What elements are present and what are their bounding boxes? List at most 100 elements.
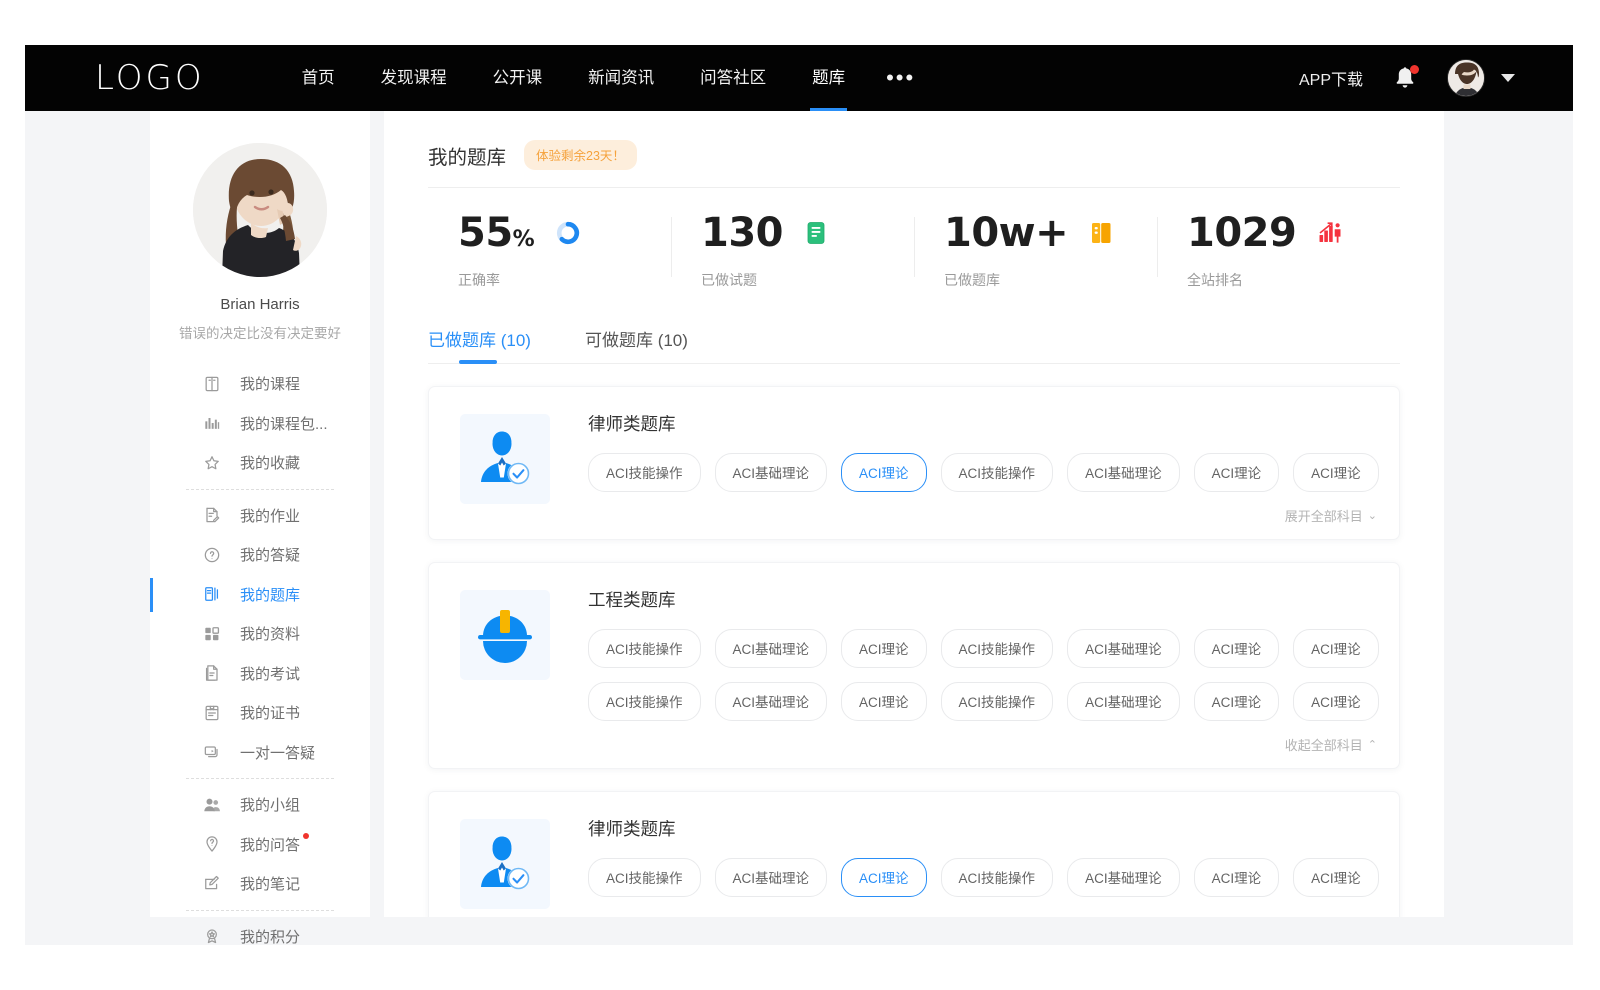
subject-tag[interactable]: ACI基础理论	[715, 682, 828, 721]
expand-subjects-link[interactable]: 收起全部科目⌃	[588, 735, 1377, 754]
nav-item-4[interactable]: 问答社区	[677, 45, 789, 111]
profile-motto: 错误的决定比没有决定要好	[150, 322, 370, 342]
stat-number: 130	[701, 210, 783, 256]
certificate-icon	[202, 703, 222, 723]
app-download-link[interactable]: APP下载	[1299, 66, 1363, 90]
stat-value-row: 10w+	[944, 213, 1157, 253]
tag-rows: ACI技能操作 ACI基础理论 ACI理论 ACI技能操作 ACI基础理论 ACI理论 AC…	[588, 453, 1377, 492]
subject-tag[interactable]: ACI理论	[1293, 629, 1379, 668]
nav-item-1[interactable]: 发现课程	[358, 45, 470, 111]
sidebar-item-4[interactable]: 我的作业	[150, 496, 370, 536]
subject-tag[interactable]: ACI理论	[841, 453, 927, 492]
stat-unit: %	[513, 227, 535, 252]
nav-item-0[interactable]: 首页	[279, 45, 358, 111]
sidebar-item-2[interactable]: 我的收藏	[150, 443, 370, 483]
stat-number: 55	[458, 210, 513, 256]
tab-0[interactable]: 已做题库 (10)	[428, 326, 531, 364]
nav-item-2[interactable]: 公开课	[470, 45, 566, 111]
subject-tag[interactable]: ACI技能操作	[941, 858, 1054, 897]
stat-label: 正确率	[458, 270, 671, 290]
tag-row: ACI技能操作 ACI基础理论 ACI理论 ACI技能操作 ACI基础理论 ACI理论 AC…	[588, 858, 1377, 897]
subject-tag[interactable]: ACI理论	[1293, 453, 1379, 492]
sidebar-item-0[interactable]: 我的课程	[150, 364, 370, 404]
profile-avatar	[193, 143, 327, 277]
card-body: 律师类题库ACI技能操作ACI基础理论ACI理论ACI技能操作ACI基础理论AC…	[588, 814, 1377, 911]
subject-tag[interactable]: ACI基础理论	[1067, 858, 1180, 897]
sidebar-item-5[interactable]: 我的答疑	[150, 535, 370, 575]
nav-item-5[interactable]: 题库	[789, 45, 868, 111]
subject-tag[interactable]: ACI基础理论	[1067, 682, 1180, 721]
nav-item-3[interactable]: 新闻资讯	[565, 45, 677, 111]
tab-1[interactable]: 可做题库 (10)	[585, 326, 688, 364]
more-nav-icon[interactable]: •••	[868, 58, 933, 98]
subject-tag[interactable]: ACI理论	[841, 858, 927, 897]
note-edit-icon	[202, 874, 222, 894]
question-circle-icon	[202, 545, 222, 565]
subject-tag[interactable]: ACI基础理论	[1067, 453, 1180, 492]
stat-number: 10w+	[944, 210, 1068, 256]
sidebar-item-label: 我的题库	[240, 584, 300, 605]
subject-tag[interactable]: ACI基础理论	[715, 453, 828, 492]
expand-subjects-link[interactable]: 展开全部科目⌄	[588, 506, 1377, 525]
stat-value: 130	[701, 213, 783, 253]
sidebar-divider	[186, 489, 334, 490]
avatar[interactable]	[1447, 59, 1485, 97]
sidebar-item-label: 我的考试	[240, 663, 300, 684]
sidebar-item-8[interactable]: 我的考试	[150, 654, 370, 694]
sidebar-item-label: 我的笔记	[240, 873, 300, 894]
question-bank-card[interactable]: 律师类题库ACI技能操作ACI基础理论ACI理论ACI技能操作ACI基础理论AC…	[428, 791, 1400, 917]
qa-pin-icon	[202, 834, 222, 854]
question-bank-icon	[202, 584, 222, 604]
group-icon	[202, 795, 222, 815]
hardhat-icon	[460, 590, 550, 680]
sidebar-item-16[interactable]: 我的积分	[150, 917, 370, 957]
card-title: 律师类题库	[588, 411, 1377, 436]
subject-tag[interactable]: ACI理论	[841, 629, 927, 668]
sidebar-item-label: 我的收藏	[240, 452, 300, 473]
subject-tag[interactable]: ACI技能操作	[941, 682, 1054, 721]
stats-row: 55%正确率130已做试题10w+已做题库1029全站排名	[428, 188, 1400, 298]
sidebar-item-label: 我的作业	[240, 505, 300, 526]
subject-tag[interactable]: ACI理论	[1293, 682, 1379, 721]
question-bank-card[interactable]: 律师类题库ACI技能操作ACI基础理论ACI理论ACI技能操作ACI基础理论AC…	[428, 386, 1400, 540]
stat-card-2: 10w+已做题库	[914, 213, 1157, 290]
stat-label: 已做试题	[701, 270, 914, 290]
question-bank-list: 律师类题库ACI技能操作ACI基础理论ACI理论ACI技能操作ACI基础理论AC…	[428, 386, 1400, 917]
sidebar-item-9[interactable]: 我的证书	[150, 693, 370, 733]
subject-tag[interactable]: ACI理论	[1194, 858, 1280, 897]
chevron-down-icon[interactable]	[1501, 74, 1515, 82]
site-logo[interactable]: LOGO	[95, 58, 205, 98]
subject-tag[interactable]: ACI技能操作	[588, 453, 701, 492]
stat-value-row: 1029	[1187, 213, 1400, 253]
sidebar-divider	[186, 778, 334, 779]
sidebar-item-10[interactable]: 一对一答疑	[150, 733, 370, 773]
subject-tag[interactable]: ACI理论	[1194, 453, 1280, 492]
nav-right-group: APP下载	[1299, 59, 1515, 97]
subject-tag[interactable]: ACI基础理论	[715, 858, 828, 897]
sidebar-item-1[interactable]: 我的课程包...	[150, 404, 370, 444]
subject-tag[interactable]: ACI技能操作	[941, 629, 1054, 668]
profile-name: Brian Harris	[150, 296, 370, 313]
notification-bell-icon[interactable]	[1393, 65, 1417, 91]
subject-tag[interactable]: ACI技能操作	[588, 629, 701, 668]
chevron-down-icon: ⌄	[1368, 509, 1377, 522]
card-title: 律师类题库	[588, 816, 1377, 841]
top-navigation-bar: LOGO 首页发现课程公开课新闻资讯问答社区题库 ••• APP下载	[25, 45, 1573, 111]
sidebar-item-12[interactable]: 我的小组	[150, 785, 370, 825]
sidebar-item-7[interactable]: 我的资料	[150, 614, 370, 654]
subject-tag[interactable]: ACI理论	[1194, 629, 1280, 668]
stat-card-1: 130 已做试题	[671, 213, 914, 290]
subject-tag[interactable]: ACI基础理论	[1067, 629, 1180, 668]
subject-tag[interactable]: ACI技能操作	[588, 858, 701, 897]
sidebar-item-6[interactable]: 我的题库	[150, 575, 370, 615]
subject-tag[interactable]: ACI理论	[1194, 682, 1280, 721]
sidebar-item-14[interactable]: 我的笔记	[150, 864, 370, 904]
subject-tag[interactable]: ACI基础理论	[715, 629, 828, 668]
sidebar: Brian Harris 错误的决定比没有决定要好 我的课程我的课程包... 我的…	[150, 111, 370, 917]
sidebar-item-13[interactable]: 我的问答	[150, 825, 370, 865]
subject-tag[interactable]: ACI技能操作	[941, 453, 1054, 492]
subject-tag[interactable]: ACI理论	[1293, 858, 1379, 897]
subject-tag[interactable]: ACI技能操作	[588, 682, 701, 721]
question-bank-card[interactable]: 工程类题库ACI技能操作ACI基础理论ACI理论ACI技能操作ACI基础理论AC…	[428, 562, 1400, 769]
subject-tag[interactable]: ACI理论	[841, 682, 927, 721]
